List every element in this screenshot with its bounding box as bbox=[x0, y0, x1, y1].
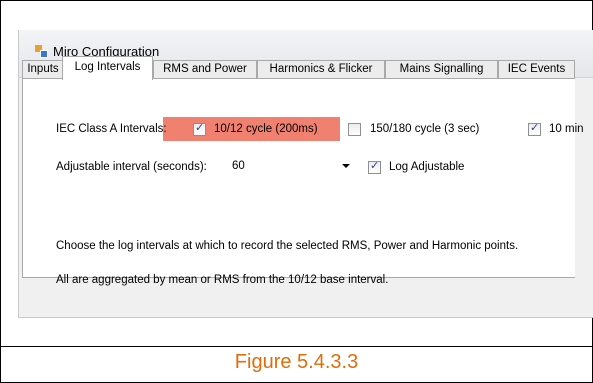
tab-rms-and-power[interactable]: RMS and Power bbox=[153, 60, 257, 79]
label-log-adjustable[interactable]: Log Adjustable bbox=[389, 161, 464, 173]
checkmark-icon: ✓ bbox=[195, 122, 205, 134]
caption-divider bbox=[0, 346, 593, 347]
checkbox-10-min[interactable]: ✓ bbox=[528, 122, 541, 136]
info-text-line1: Choose the log intervals at which to rec… bbox=[56, 240, 519, 252]
tab-harmonics-flicker[interactable]: Harmonics & Flicker bbox=[257, 60, 385, 79]
tab-inputs[interactable]: Inputs bbox=[22, 60, 64, 79]
tab-mains-signalling[interactable]: Mains Signalling bbox=[385, 60, 498, 79]
tab-log-intervals[interactable]: Log Intervals bbox=[62, 56, 153, 80]
checkmark-icon: ✓ bbox=[530, 122, 540, 134]
label-10-min[interactable]: 10 min bbox=[549, 123, 584, 135]
adjustable-interval-dropdown[interactable]: 60 bbox=[226, 157, 354, 177]
info-text-line2: All are aggregated by mean or RMS from t… bbox=[56, 274, 389, 286]
tab-iec-events[interactable]: IEC Events bbox=[498, 60, 575, 79]
checkbox-log-adjustable[interactable]: ✓ bbox=[368, 160, 381, 174]
label-10-12-cycle[interactable]: 10/12 cycle (200ms) bbox=[214, 123, 318, 135]
checkmark-icon: ✓ bbox=[370, 160, 380, 172]
dropdown-arrow-icon[interactable] bbox=[342, 164, 350, 168]
checkbox-10-12-cycle[interactable]: ✓ bbox=[193, 122, 206, 136]
tab-strip: Inputs Log Intervals RMS and Power Harmo… bbox=[22, 56, 575, 80]
figure-caption: Figure 5.4.3.3 bbox=[234, 351, 359, 373]
adjustable-interval-value: 60 bbox=[232, 160, 245, 172]
iec-class-a-label: IEC Class A Intervals: bbox=[56, 123, 167, 135]
checkbox-150-180-cycle[interactable] bbox=[348, 123, 361, 136]
label-150-180-cycle[interactable]: 150/180 cycle (3 sec) bbox=[370, 123, 479, 135]
adjustable-interval-label: Adjustable interval (seconds): bbox=[56, 161, 207, 173]
